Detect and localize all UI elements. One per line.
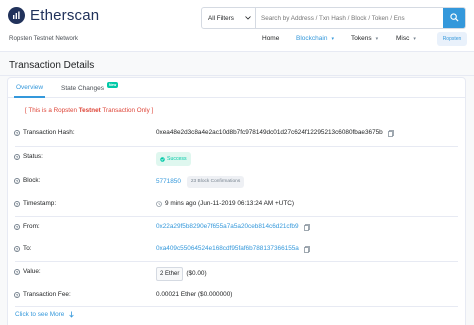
fee-label: Transaction Fee: (23, 291, 71, 298)
chevron-down-icon: ▾ (413, 35, 416, 42)
block-value-wrap: 5771850 23 Block Confirmations (156, 176, 245, 188)
arrow-down-icon (69, 311, 75, 318)
etherscan-logo-icon (8, 7, 25, 24)
from-value-wrap: 0x22a29f5b8290e7f655a7a5a20ceb814c6d21cf… (156, 222, 310, 232)
to-label: To: (23, 245, 32, 252)
row-status: ? Status: Success (8, 152, 465, 166)
tab-state-changes-label: State Changes (61, 84, 105, 92)
page-title: Transaction Details (9, 60, 95, 71)
value-usd: ($0.00) (186, 270, 207, 277)
from-address-link[interactable]: 0x22a29f5b8290e7f655a7a5a20ceb814c6d21cf… (156, 222, 299, 232)
chevron-down-icon (245, 15, 251, 22)
timestamp-value-wrap: 9 mins ago (Jun-11-2019 06:13:24 AM +UTC… (156, 199, 294, 209)
help-icon[interactable]: ? (14, 178, 20, 184)
divider (15, 306, 458, 307)
search-bar: All Filters (201, 7, 466, 29)
nav-blockchain[interactable]: Blockchain ▾ (296, 35, 334, 42)
tx-hash-value: 0xea48e2d3c8a4e2ac10d8b7fc978149dc01d27c… (156, 129, 383, 136)
help-icon[interactable]: ? (14, 201, 20, 207)
chevron-down-icon: ▾ (375, 35, 379, 42)
nav-tokens[interactable]: Tokens ▾ (351, 35, 378, 42)
timestamp-value: 9 mins ago (Jun-11-2019 06:13:24 AM +UTC… (165, 200, 295, 207)
tab-bar: Overview State Changes New (8, 78, 465, 98)
main-nav: Home Blockchain ▾ Tokens ▾ Misc ▾ (0, 35, 474, 45)
help-icon[interactable]: ? (14, 292, 20, 298)
help-icon[interactable]: ? (14, 224, 20, 230)
check-circle-icon (160, 156, 165, 162)
clock-icon (156, 201, 162, 207)
top-header: Etherscan Ropsten Testnet Network All Fi… (0, 0, 474, 52)
notice-prefix: [ This is a Ropsten (25, 107, 79, 114)
logo-text: Etherscan (30, 7, 100, 24)
network-switch-button[interactable]: Ropsten (437, 32, 467, 46)
row-transaction-fee: ? Transaction Fee: 0.00021 Ether ($0.000… (8, 290, 465, 302)
nav-home-label: Home (262, 35, 280, 42)
confirmations-badge: 23 Block Confirmations (186, 176, 245, 188)
row-from: ? From: 0x22a29f5b8290e7f655a7a5a20ceb81… (8, 222, 465, 234)
notice-suffix: Transaction Only ] (100, 107, 154, 114)
copy-icon[interactable] (387, 129, 394, 137)
row-value: ? Value: 2 Ether ($0.00) (8, 267, 465, 281)
help-icon[interactable]: ? (14, 246, 20, 252)
nav-misc[interactable]: Misc ▾ (396, 35, 416, 42)
title-divider (0, 75, 474, 76)
see-more-label: Click to see More (15, 311, 65, 318)
search-icon (449, 12, 459, 24)
status-text: Success (167, 156, 187, 162)
network-switch-label: Ropsten (442, 36, 462, 42)
search-button[interactable] (443, 8, 465, 28)
block-label: Block: (23, 177, 41, 184)
see-more-link[interactable]: Click to see More (15, 311, 75, 318)
testnet-notice: [ This is a Ropsten Testnet Transaction … (25, 107, 153, 114)
new-badge: New (107, 82, 119, 88)
divider (15, 216, 458, 217)
block-number-link[interactable]: 5771850 (156, 177, 181, 187)
status-badge: Success (156, 152, 191, 166)
value-amount: 2 Ether (156, 267, 184, 281)
to-value-wrap: 0xa409c55064524e168cdf95faf6b78813736615… (156, 244, 310, 254)
nav-tokens-label: Tokens (351, 35, 372, 42)
filter-dropdown[interactable]: All Filters (202, 8, 256, 28)
help-icon[interactable]: ? (14, 269, 20, 275)
nav-blockchain-label: Blockchain (296, 35, 328, 42)
copy-icon[interactable] (304, 245, 310, 253)
nav-misc-label: Misc (396, 35, 410, 42)
divider (15, 261, 458, 262)
copy-icon[interactable] (303, 223, 310, 231)
divider (15, 146, 458, 147)
tab-overview-label: Overview (16, 83, 44, 91)
timestamp-label: Timestamp: (23, 200, 57, 207)
row-timestamp: ? Timestamp: 9 mins ago (Jun-11-2019 06:… (8, 199, 465, 211)
tab-state-changes[interactable]: State Changes New (61, 78, 119, 98)
nav-home[interactable]: Home (262, 35, 279, 42)
status-value-wrap: Success (156, 152, 191, 166)
fee-value: 0.00021 Ether ($0.000000) (156, 291, 233, 298)
tab-overview[interactable]: Overview (14, 78, 46, 98)
from-label: From: (23, 223, 40, 230)
tx-hash-label: Transaction Hash: (23, 129, 75, 136)
chevron-down-icon: ▾ (331, 35, 334, 42)
help-icon[interactable]: ? (14, 154, 20, 160)
transaction-card: Overview State Changes New [ This is a R… (7, 77, 466, 325)
value-value-wrap: 2 Ether ($0.00) (156, 267, 207, 281)
tx-hash-value-wrap: 0xea48e2d3c8a4e2ac10d8b7fc978149dc01d27c… (156, 128, 394, 138)
row-to: ? To: 0xa409c55064524e168cdf95faf6b78813… (8, 244, 465, 256)
status-label: Status: (23, 153, 43, 160)
filter-label: All Filters (208, 14, 234, 22)
notice-bold: Testnet (78, 107, 101, 114)
search-input[interactable] (256, 8, 443, 28)
to-address-link[interactable]: 0xa409c55064524e168cdf95faf6b78813736615… (156, 244, 299, 254)
value-label: Value: (23, 268, 41, 275)
etherscan-logo[interactable]: Etherscan (8, 7, 99, 24)
help-icon[interactable]: ? (14, 130, 20, 136)
row-transaction-hash: ? Transaction Hash: 0xea48e2d3c8a4e2ac10… (8, 128, 465, 140)
row-block: ? Block: 5771850 23 Block Confirmations (8, 176, 465, 188)
